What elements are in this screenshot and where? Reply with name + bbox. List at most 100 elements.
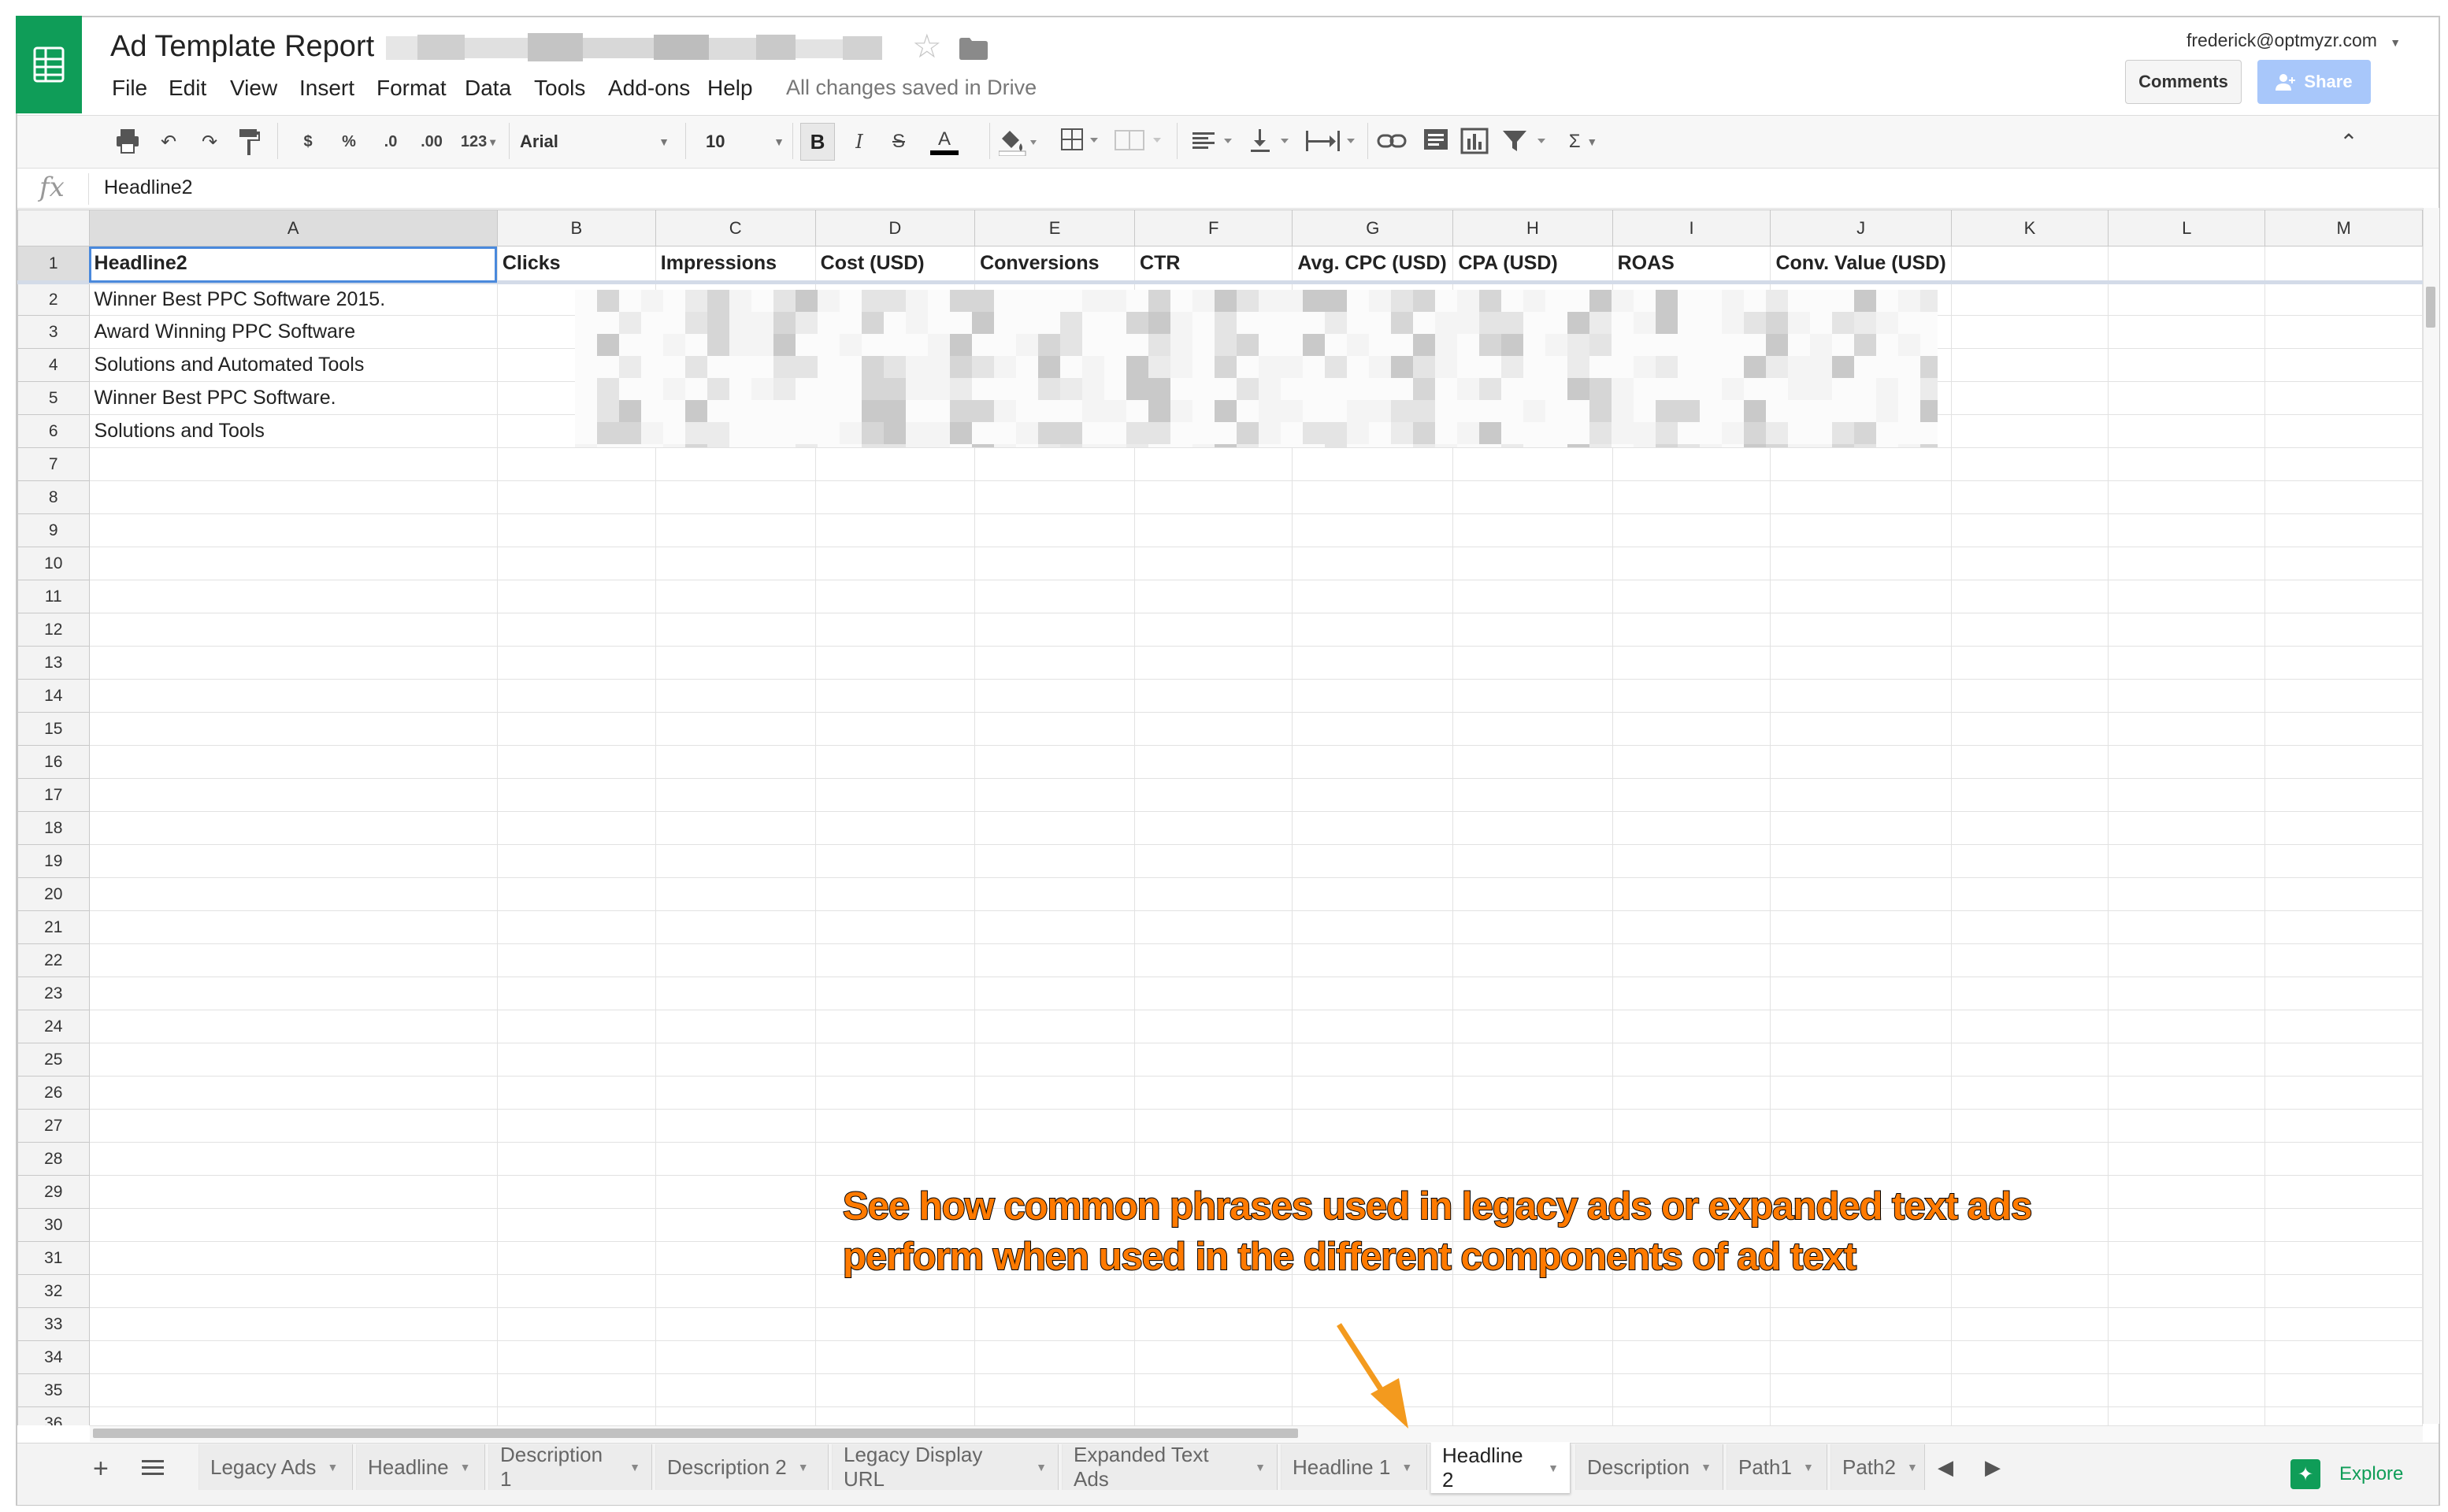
grid-cell[interactable] <box>2108 480 2266 514</box>
grid-cell[interactable] <box>2108 1241 2266 1275</box>
grid-cell[interactable]: Conv. Value (USD) <box>1770 246 1952 284</box>
grid-cell[interactable] <box>655 1274 816 1308</box>
grid-cell[interactable] <box>1950 877 2109 911</box>
grid-cell[interactable] <box>496 580 656 613</box>
sheet-tab-description-1[interactable]: Description 1 ▼ <box>488 1443 652 1491</box>
grid-cell[interactable] <box>2264 646 2423 680</box>
grid-cell[interactable] <box>2108 414 2266 448</box>
chevron-down-icon[interactable]: ▼ <box>460 1461 471 1473</box>
grid-cell[interactable] <box>1770 646 1952 680</box>
grid-cell[interactable] <box>1612 1109 1771 1143</box>
grid-cell[interactable] <box>2264 1010 2423 1043</box>
row-header[interactable]: 11 <box>17 580 90 613</box>
grid-cell[interactable] <box>1770 910 1952 944</box>
grid-cell[interactable] <box>88 1307 498 1341</box>
grid-cell[interactable] <box>1770 613 1952 647</box>
row-header[interactable]: 8 <box>17 480 90 514</box>
print-icon[interactable] <box>115 128 140 154</box>
grid-cell[interactable] <box>1452 1010 1613 1043</box>
grid-cell[interactable] <box>655 1307 816 1341</box>
grid-cell[interactable] <box>88 877 498 911</box>
grid-cell[interactable] <box>88 910 498 944</box>
grid-cell[interactable] <box>496 943 656 977</box>
grid-cell[interactable] <box>1950 613 2109 647</box>
grid-cell[interactable] <box>1134 1109 1293 1143</box>
grid-cell[interactable] <box>1770 1109 1952 1143</box>
grid-cell[interactable] <box>2108 1175 2266 1209</box>
grid-cell[interactable] <box>655 1043 816 1077</box>
menu-addons[interactable]: Add-ons <box>608 76 690 101</box>
grid-cell[interactable] <box>496 778 656 812</box>
grid-cell[interactable] <box>1950 513 2109 547</box>
grid-cell[interactable] <box>2108 315 2266 349</box>
row-header[interactable]: 17 <box>17 778 90 812</box>
grid-cell[interactable] <box>2108 246 2266 284</box>
grid-cell[interactable] <box>1950 381 2109 415</box>
grid-cell[interactable] <box>1292 613 1454 647</box>
select-all-corner[interactable] <box>17 209 90 246</box>
grid-cell[interactable]: Solutions and Tools <box>88 414 498 448</box>
grid-cell[interactable] <box>2264 1241 2423 1275</box>
grid-cell[interactable] <box>2108 679 2266 713</box>
account-menu[interactable]: frederick@optmyzr.com ▼ <box>2187 30 2401 51</box>
valign-bottom-icon[interactable] <box>1248 128 1295 154</box>
grid-cell[interactable] <box>1452 646 1613 680</box>
row-header[interactable]: 20 <box>17 877 90 911</box>
grid-cell[interactable] <box>1770 811 1952 845</box>
grid-cell[interactable] <box>1452 844 1613 878</box>
grid-cell[interactable] <box>814 1373 976 1407</box>
column-header-i[interactable]: I <box>1612 209 1771 246</box>
grid-cell[interactable] <box>655 844 816 878</box>
grid-cell[interactable]: Cost (USD) <box>814 246 976 284</box>
sheet-tab-headline-1[interactable]: Headline 1 ▼ <box>1281 1444 1427 1490</box>
grid-cell[interactable] <box>1452 778 1613 812</box>
grid-cell[interactable] <box>1452 580 1613 613</box>
grid-cell[interactable] <box>2108 1043 2266 1077</box>
grid-cell[interactable] <box>88 1175 498 1209</box>
grid-cell[interactable]: Winner Best PPC Software. <box>88 381 498 415</box>
filter-icon[interactable] <box>1501 128 1556 154</box>
grid-cell[interactable] <box>1612 613 1771 647</box>
grid-cell[interactable] <box>1950 348 2109 382</box>
grid-cell[interactable] <box>2264 943 2423 977</box>
grid-cell[interactable] <box>88 547 498 580</box>
fill-color-icon[interactable] <box>999 128 1037 156</box>
grid-cell[interactable] <box>2264 1274 2423 1308</box>
grid-cell[interactable] <box>2264 1076 2423 1110</box>
sheet-tab-path1[interactable]: Path1 ▼ <box>1727 1444 1827 1490</box>
grid-cell[interactable] <box>2108 1109 2266 1143</box>
grid-cell[interactable] <box>88 1010 498 1043</box>
row-header[interactable]: 7 <box>17 447 90 481</box>
grid-cell[interactable] <box>496 1208 656 1242</box>
grid-cell[interactable] <box>1770 877 1952 911</box>
all-sheets-menu-icon[interactable] <box>142 1458 164 1477</box>
grid-cell[interactable] <box>2264 844 2423 878</box>
grid-cell[interactable] <box>814 1406 976 1425</box>
column-header-k[interactable]: K <box>1950 209 2109 246</box>
grid-cell[interactable] <box>814 1109 976 1143</box>
grid-cell[interactable] <box>655 877 816 911</box>
borders-icon[interactable] <box>1060 128 1104 154</box>
grid-cell[interactable] <box>1612 877 1771 911</box>
grid-cell[interactable] <box>814 547 976 580</box>
grid-cell[interactable] <box>1612 1307 1771 1341</box>
grid-cell[interactable] <box>2264 580 2423 613</box>
grid-cell[interactable] <box>2108 1406 2266 1425</box>
grid-cell[interactable] <box>1950 1043 2109 1077</box>
grid-cell[interactable] <box>1452 1076 1613 1110</box>
grid-cell[interactable]: Conversions <box>974 246 1136 284</box>
grid-cell[interactable] <box>814 1043 976 1077</box>
grid-cell[interactable] <box>2108 580 2266 613</box>
grid-cell[interactable] <box>1770 844 1952 878</box>
grid-cell[interactable] <box>88 1373 498 1407</box>
grid-cell[interactable] <box>2108 1208 2266 1242</box>
grid-cell[interactable] <box>2108 646 2266 680</box>
grid-cell[interactable] <box>974 976 1136 1010</box>
grid-cell[interactable] <box>1770 778 1952 812</box>
grid-cell[interactable] <box>2264 480 2423 514</box>
grid-cell[interactable] <box>2108 348 2266 382</box>
grid-cell[interactable] <box>974 580 1136 613</box>
grid-cell[interactable] <box>496 910 656 944</box>
percent-format-button[interactable]: % <box>337 126 361 158</box>
grid-cell[interactable] <box>655 745 816 779</box>
